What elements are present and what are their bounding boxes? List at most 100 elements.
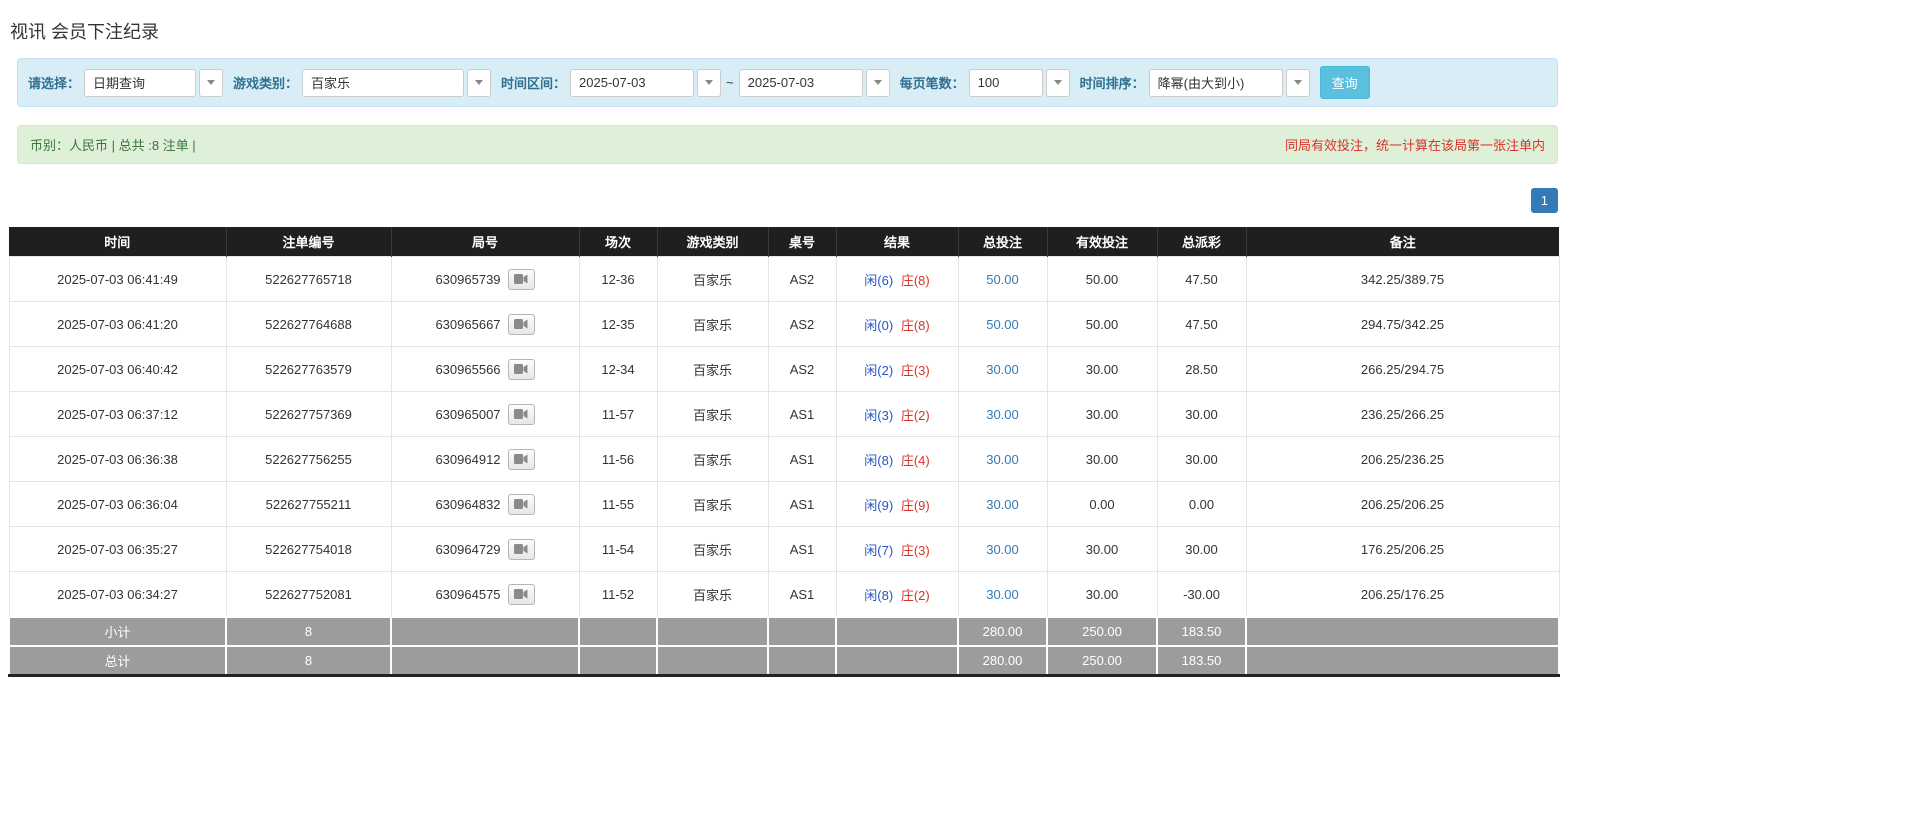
result-player: 闲(8) [864,588,893,603]
result-banker: 庄(8) [901,318,930,333]
result-banker: 庄(8) [901,273,930,288]
cell-total-bet: 30.00 [958,482,1047,527]
cell-bet-id: 522627764688 [226,302,391,347]
query-type-input[interactable] [84,69,196,97]
result-player: 闲(6) [864,273,893,288]
round-number: 630964575 [435,587,500,602]
cell-payout: 0.00 [1157,482,1246,527]
cell-payout: 28.50 [1157,347,1246,392]
result-banker: 庄(2) [901,588,930,603]
date-from-input[interactable] [570,69,694,97]
cell-round: 630964832 [391,482,579,527]
per-page-combo [969,69,1070,97]
cell-round: 630964575 [391,572,579,618]
cell-time: 2025-07-03 06:35:27 [9,527,226,572]
subtotal-count: 8 [226,617,391,646]
cell-valid-bet: 30.00 [1047,347,1157,392]
header-total-bet: 总投注 [958,227,1047,257]
cell-game-type: 百家乐 [657,392,768,437]
round-video-button[interactable] [508,359,535,380]
cell-result: 闲(6) 庄(8) [836,257,958,302]
round-video-button[interactable] [508,404,535,425]
round-number: 630964832 [435,497,500,512]
game-type-label: 游戏类别： [233,73,298,92]
video-camera-icon [514,363,528,375]
round-video-button[interactable] [508,494,535,515]
cell-bet-id: 522627754018 [226,527,391,572]
video-camera-icon [514,498,528,510]
page-title: 视讯 会员下注纪录 [10,18,1914,44]
header-time: 时间 [9,227,226,257]
date-range-label: 时间区间： [501,73,566,92]
per-page-input[interactable] [969,69,1043,97]
cell-round: 630965566 [391,347,579,392]
total-bet-link[interactable]: 30.00 [986,497,1019,512]
cell-table-no: AS1 [768,572,836,618]
cell-total-bet: 30.00 [958,572,1047,618]
result-player: 闲(9) [864,498,893,513]
cell-note: 342.25/389.75 [1246,257,1559,302]
cell-time: 2025-07-03 06:41:49 [9,257,226,302]
result-banker: 庄(3) [901,363,930,378]
round-video-button[interactable] [508,449,535,470]
cell-game-type: 百家乐 [657,482,768,527]
total-valid-bet: 250.00 [1047,646,1157,676]
game-type-dropdown-button[interactable] [467,69,491,97]
cell-table-no: AS1 [768,482,836,527]
cell-total-bet: 30.00 [958,347,1047,392]
search-button[interactable]: 查询 [1320,66,1370,99]
date-to-input[interactable] [739,69,863,97]
per-page-dropdown-button[interactable] [1046,69,1070,97]
result-banker: 庄(3) [901,543,930,558]
cell-result: 闲(2) 庄(3) [836,347,958,392]
time-sort-label: 时间排序： [1080,73,1145,92]
time-sort-dropdown-button[interactable] [1286,69,1310,97]
date-range-tilde: ~ [726,75,734,90]
cell-table-no: AS2 [768,257,836,302]
cell-game-type: 百家乐 [657,257,768,302]
cell-payout: 30.00 [1157,392,1246,437]
filter-bar: 请选择： 游戏类别： 时间区间： ~ 每页笔数： 时间排序： [17,58,1558,107]
time-sort-combo [1149,69,1310,97]
total-bet-link[interactable]: 30.00 [986,452,1019,467]
round-video-button[interactable] [508,584,535,605]
total-bet-link[interactable]: 30.00 [986,542,1019,557]
total-bet-link[interactable]: 50.00 [986,317,1019,332]
cell-result: 闲(8) 庄(2) [836,572,958,618]
cell-session: 12-35 [579,302,657,347]
table-header-row: 时间 注单编号 局号 场次 游戏类别 桌号 结果 总投注 有效投注 总派彩 备注 [9,227,1559,257]
cell-session: 12-34 [579,347,657,392]
subtotal-valid-bet: 250.00 [1047,617,1157,646]
time-sort-input[interactable] [1149,69,1283,97]
round-video-button[interactable] [508,539,535,560]
query-type-label: 请选择： [28,73,80,92]
round-number: 630964729 [435,542,500,557]
total-payout: 183.50 [1157,646,1246,676]
cell-note: 236.25/266.25 [1246,392,1559,437]
cell-session: 11-52 [579,572,657,618]
result-player: 闲(7) [864,543,893,558]
dropdown-caret-icon [1294,80,1302,85]
video-camera-icon [514,318,528,330]
cell-session: 11-55 [579,482,657,527]
summary-bar: 币别：人民币 | 总共 :8 注单 | 同局有效投注，统一计算在该局第一张注单内 [17,125,1558,164]
game-type-input[interactable] [302,69,464,97]
date-from-dropdown-button[interactable] [697,69,721,97]
video-camera-icon [514,543,528,555]
cell-round: 630964729 [391,527,579,572]
total-bet-link[interactable]: 30.00 [986,587,1019,602]
date-to-dropdown-button[interactable] [866,69,890,97]
pagination-page-1[interactable]: 1 [1531,188,1558,213]
cell-valid-bet: 0.00 [1047,482,1157,527]
total-bet-link[interactable]: 30.00 [986,362,1019,377]
cell-result: 闲(0) 庄(8) [836,302,958,347]
total-bet-link[interactable]: 30.00 [986,407,1019,422]
round-video-button[interactable] [508,314,535,335]
cell-table-no: AS2 [768,302,836,347]
header-session: 场次 [579,227,657,257]
round-video-button[interactable] [508,269,535,290]
query-type-dropdown-button[interactable] [199,69,223,97]
total-bet-link[interactable]: 50.00 [986,272,1019,287]
cell-table-no: AS1 [768,437,836,482]
cell-total-bet: 30.00 [958,392,1047,437]
